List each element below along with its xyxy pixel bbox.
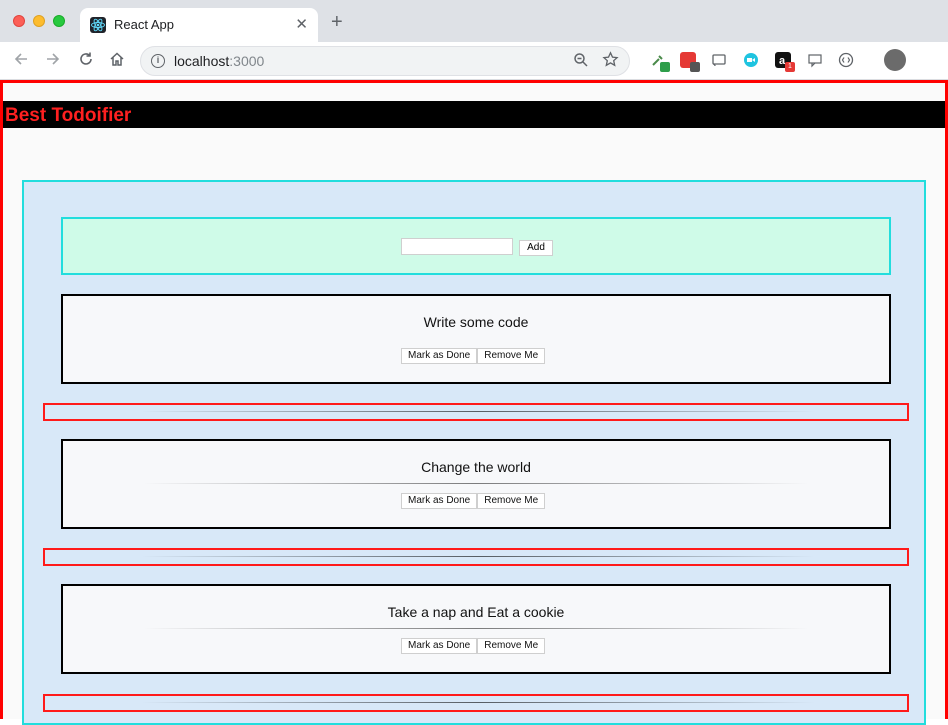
new-todo-form: Add (61, 217, 891, 275)
remove-me-button[interactable]: Remove Me (477, 638, 546, 654)
todo-underline (143, 628, 809, 629)
amazon-extension-icon[interactable]: a 1 (775, 52, 795, 72)
bookmark-star-icon[interactable] (602, 51, 619, 73)
divider-line (141, 411, 815, 412)
browser-chrome: React App ✕ + i localhost:3000 a 1 (0, 0, 948, 80)
mark-as-done-button[interactable]: Mark as Done (401, 348, 478, 364)
address-bar[interactable]: i localhost:3000 (140, 46, 630, 76)
divider-line (141, 702, 815, 703)
todo-text: Take a nap and Eat a cookie (387, 604, 565, 620)
divider-box (43, 403, 909, 421)
todo-list-container: Add Write some code Mark as Done Remove … (22, 180, 926, 725)
app-title: Best Todoifier (5, 105, 132, 126)
extension-badge: 1 (785, 62, 795, 72)
todo-item: Write some code Mark as Done Remove Me (61, 294, 891, 384)
browser-toolbar: i localhost:3000 a 1 (0, 42, 948, 80)
cast-icon[interactable] (711, 52, 727, 68)
remove-me-button[interactable]: Remove Me (477, 348, 546, 364)
todo-underline (143, 483, 809, 484)
reload-icon[interactable] (77, 50, 95, 72)
divider-box (43, 694, 909, 712)
message-extension-icon[interactable] (807, 52, 823, 68)
zoom-icon[interactable] (573, 52, 589, 72)
todo-text: Write some code (423, 314, 529, 330)
app-root: Best Todoifier Add Write some code Mark … (0, 80, 948, 725)
url-text[interactable]: localhost:3000 (174, 53, 264, 69)
todo-item: Take a nap and Eat a cookie Mark as Done… (61, 584, 891, 674)
devtools-extension-icon[interactable] (838, 52, 854, 68)
eyedropper-extension-icon[interactable] (650, 52, 670, 72)
info-icon[interactable]: i (151, 54, 165, 68)
add-button[interactable]: Add (519, 240, 553, 256)
red-extension-icon[interactable] (680, 52, 700, 72)
forward-arrow-icon[interactable] (44, 50, 62, 72)
todo-actions: Mark as Done Remove Me (401, 493, 546, 509)
react-logo-icon (90, 17, 106, 33)
divider-box (43, 548, 909, 566)
new-tab-button[interactable]: + (331, 12, 343, 32)
todo-text: Change the world (421, 459, 531, 475)
minimize-window-button[interactable] (33, 15, 45, 27)
mark-as-done-button[interactable]: Mark as Done (401, 638, 478, 654)
close-window-button[interactable] (13, 15, 25, 27)
back-arrow-icon[interactable] (12, 50, 30, 72)
home-icon[interactable] (108, 50, 126, 72)
video-extension-icon[interactable] (743, 52, 759, 68)
extension-badge (690, 62, 700, 72)
profile-avatar[interactable] (884, 49, 906, 71)
url-host: localhost (174, 53, 230, 69)
todo-actions: Mark as Done Remove Me (401, 348, 546, 364)
todo-actions: Mark as Done Remove Me (401, 638, 546, 654)
app-header: Best Todoifier (3, 101, 945, 128)
mark-as-done-button[interactable]: Mark as Done (401, 493, 478, 509)
tab-bar: React App ✕ + (0, 0, 948, 42)
extension-badge (660, 62, 670, 72)
remove-me-button[interactable]: Remove Me (477, 493, 546, 509)
new-todo-input[interactable] (401, 238, 513, 255)
divider-line (141, 556, 815, 557)
tab-react-app[interactable]: React App ✕ (80, 8, 318, 42)
tab-close-icon[interactable]: ✕ (295, 15, 308, 33)
url-port: :3000 (229, 53, 265, 69)
maximize-window-button[interactable] (53, 15, 65, 27)
tab-title: React App (114, 17, 174, 32)
todo-item: Change the world Mark as Done Remove Me (61, 439, 891, 529)
